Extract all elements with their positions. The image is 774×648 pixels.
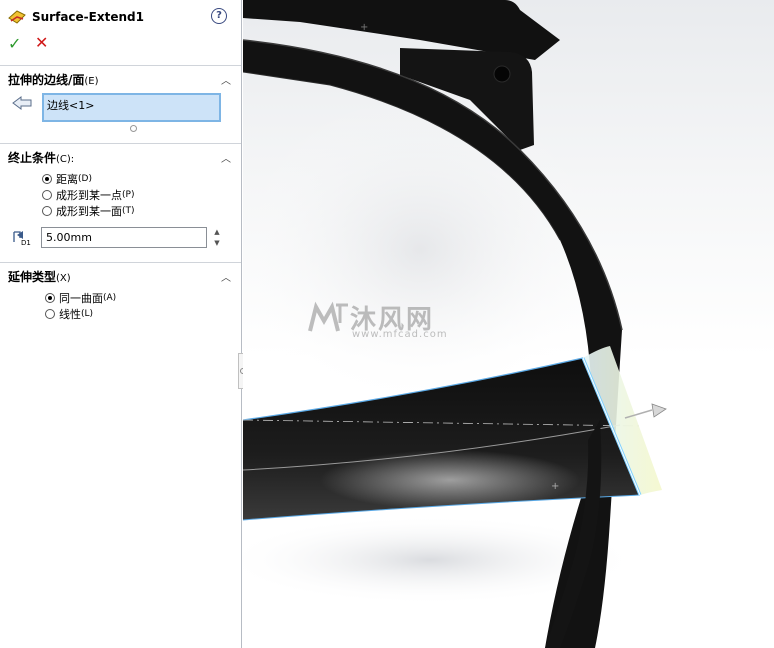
radio-same-surface-control[interactable] <box>45 293 55 303</box>
collapse-extension-type-icon[interactable]: ︿ <box>221 269 231 284</box>
edge-selection-icon <box>12 96 32 110</box>
spin-down-button[interactable]: ▼ <box>212 239 222 248</box>
distance-icon-label: D1 <box>21 239 31 247</box>
collapse-end-condition-icon[interactable]: ︿ <box>221 150 231 165</box>
collapse-edges-icon[interactable]: ︿ <box>221 72 231 87</box>
feature-header: Surface-Extend1 ? <box>8 6 233 28</box>
resize-handle[interactable] <box>130 125 137 132</box>
radio-linear-control[interactable] <box>45 309 55 319</box>
group-title-edges[interactable]: 拉伸的边线/面(E) <box>8 71 99 88</box>
watermark-url: www.mfcad.com <box>352 329 448 340</box>
radio-distance[interactable]: 距离 (D) <box>42 171 92 187</box>
radio-up-to-surface[interactable]: 成形到某一面 (T) <box>42 203 135 219</box>
feature-title: Surface-Extend1 <box>32 10 144 24</box>
property-manager-panel: Surface-Extend1 ? ✓ ✕ 拉伸的边线/面(E) ︿ 边线<1>… <box>0 0 242 648</box>
spin-up-button[interactable]: ▲ <box>212 228 222 237</box>
point-marker-icon: + <box>551 481 559 492</box>
mounting-hole <box>493 65 511 83</box>
direction-arrow-icon[interactable] <box>651 403 667 418</box>
inner-shadow <box>243 90 610 410</box>
edges-selection-box[interactable]: 边线<1> <box>42 93 221 122</box>
surface-extend-icon <box>8 10 26 24</box>
divider <box>0 262 241 263</box>
watermark: 沐风网 www.mfcad.com <box>306 299 447 340</box>
group-title-end-condition[interactable]: 终止条件(C): <box>8 149 74 166</box>
group-title-extension-type[interactable]: 延伸类型(X) <box>8 268 71 285</box>
radio-up-to-surface-control[interactable] <box>42 206 52 216</box>
watermark-logo-icon <box>308 301 348 331</box>
help-button[interactable]: ? <box>211 8 227 24</box>
radio-distance-control[interactable] <box>42 174 52 184</box>
origin-marker-icon: + <box>360 22 368 33</box>
radio-same-surface[interactable]: 同一曲面 (A) <box>45 290 116 306</box>
distance-input[interactable]: 5.00mm <box>41 227 207 248</box>
cancel-button[interactable]: ✕ <box>35 34 48 52</box>
distance-icon: D1 <box>13 231 31 247</box>
divider <box>0 65 241 66</box>
divider <box>0 143 241 144</box>
radio-up-to-point[interactable]: 成形到某一点 (P) <box>42 187 134 203</box>
band-reflection <box>320 450 580 510</box>
radio-up-to-point-control[interactable] <box>42 190 52 200</box>
radio-linear[interactable]: 线性 (L) <box>45 306 93 322</box>
selected-edge-item[interactable]: 边线<1> <box>47 99 94 112</box>
ok-button[interactable]: ✓ <box>8 35 21 53</box>
